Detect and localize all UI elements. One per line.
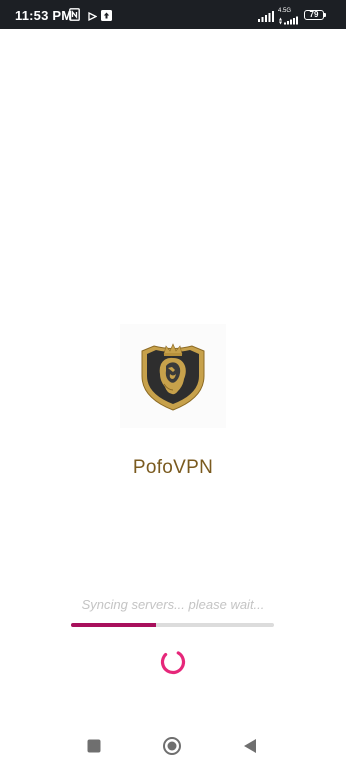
loading-spinner-icon: [160, 649, 186, 675]
play-icon: [88, 11, 97, 22]
battery-tip: [324, 13, 326, 17]
sync-progress-bar: [71, 623, 274, 627]
recents-button[interactable]: [84, 736, 104, 756]
sync-progress-fill: [71, 623, 157, 627]
app-name: PofoVPN: [132, 457, 214, 478]
lion-shield-logo: [141, 343, 205, 411]
nfc-icon: [69, 8, 80, 21]
status-time: 11:53 PM: [15, 8, 73, 23]
app-logo: [120, 324, 226, 428]
status-bar: 11:53 PM 4.5G 79: [0, 0, 346, 29]
navigation-bar: [0, 724, 346, 768]
home-button[interactable]: [162, 736, 182, 756]
sync-status-text: Syncing servers... please wait...: [81, 597, 265, 612]
wifi-signal-icon: [279, 16, 298, 25]
battery-level: 79: [309, 10, 319, 19]
signal-icon: [258, 11, 274, 22]
back-button[interactable]: [240, 736, 260, 756]
battery-icon: 79: [304, 10, 324, 20]
upload-icon: [101, 10, 112, 21]
splash-screen: 11:53 PM 4.5G 79 PofoVPN Syncing servers…: [0, 0, 346, 768]
